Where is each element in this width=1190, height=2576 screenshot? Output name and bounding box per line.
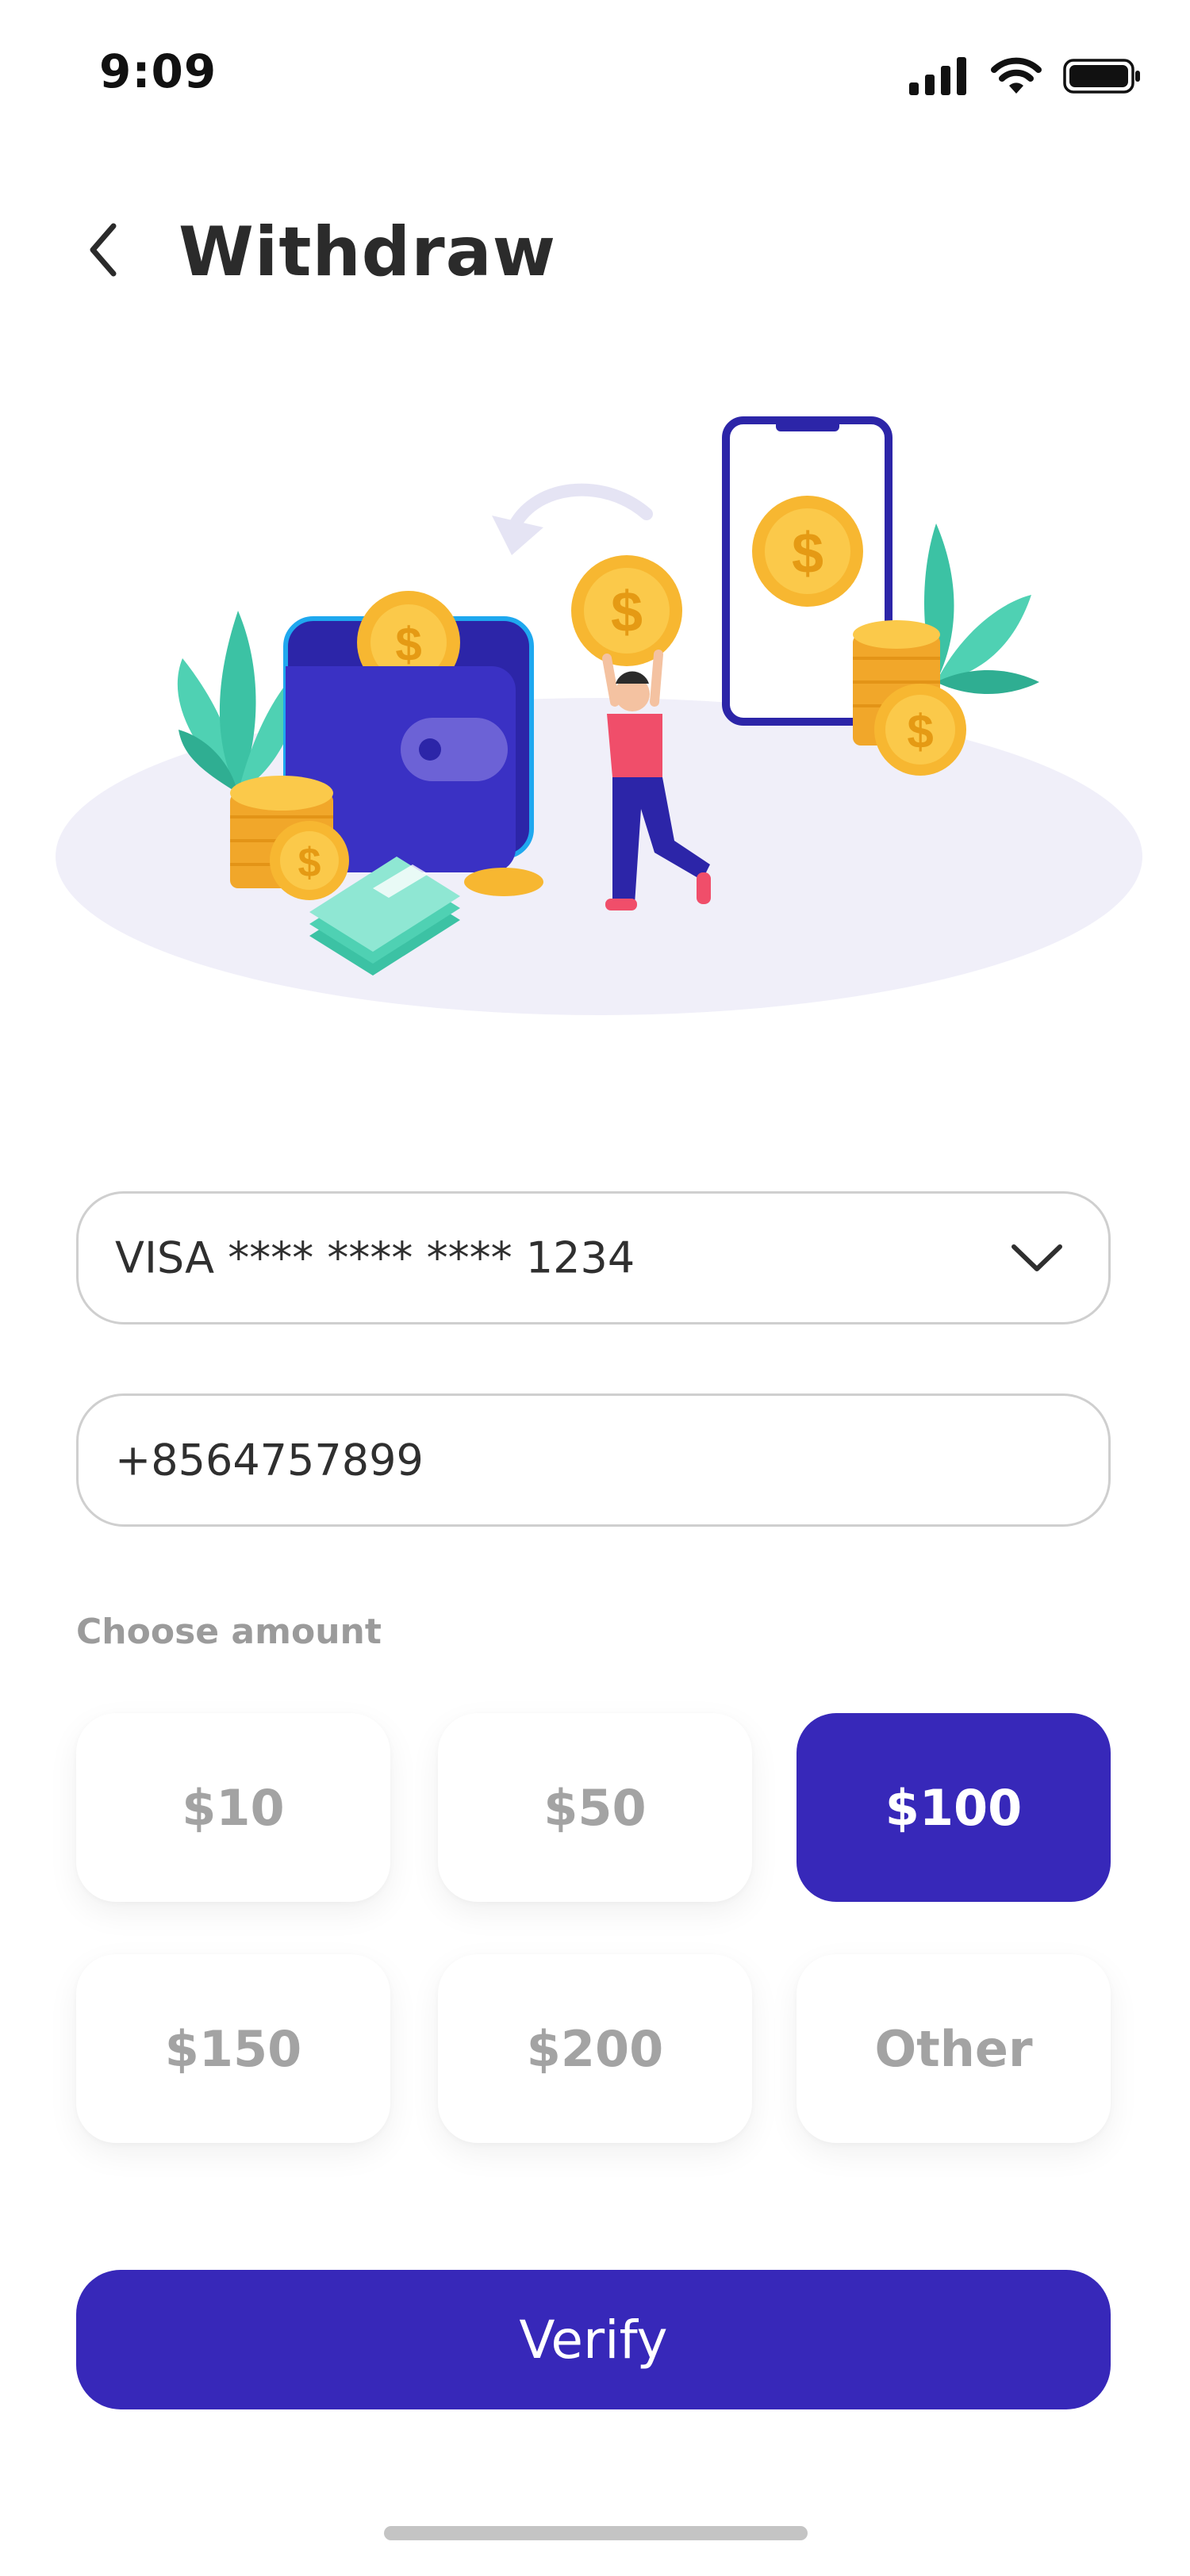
coin-flat: [464, 868, 543, 896]
coin-stack-left: $: [230, 776, 349, 900]
phone-field[interactable]: +8564757899: [76, 1393, 1111, 1527]
wifi-icon: [991, 57, 1042, 94]
status-time: 9:09: [99, 44, 217, 98]
verify-button[interactable]: Verify: [76, 2270, 1111, 2409]
plant-right: [924, 523, 1039, 694]
card-select-value: VISA **** **** **** 1234: [115, 1232, 635, 1283]
arrow-icon: [492, 483, 653, 555]
card-select[interactable]: VISA **** **** **** 1234: [76, 1191, 1111, 1324]
phone-field-value: +8564757899: [115, 1435, 424, 1485]
status-bar: 9:09: [0, 0, 1190, 143]
svg-text:$: $: [611, 581, 643, 644]
cellular-signal-icon: [909, 57, 966, 95]
amount-option-100[interactable]: $100: [797, 1713, 1111, 1902]
status-icons: [909, 52, 1142, 100]
amount-option-other[interactable]: Other: [797, 1954, 1111, 2143]
withdraw-illustration: $ $ $ $ $: [56, 416, 1142, 1015]
home-indicator: [384, 2526, 808, 2540]
amount-option-200[interactable]: $200: [438, 1954, 752, 2143]
back-button[interactable]: [71, 218, 135, 282]
chevron-left-icon: [90, 223, 117, 277]
amount-option-50[interactable]: $50: [438, 1713, 752, 1902]
svg-text:$: $: [792, 522, 823, 585]
svg-text:$: $: [298, 840, 321, 886]
svg-text:$: $: [395, 618, 421, 671]
choose-amount-label: Choose amount: [76, 1612, 382, 1652]
amount-option-150[interactable]: $150: [76, 1954, 390, 2143]
chevron-down-icon: [1012, 1244, 1062, 1271]
battery-icon: [1063, 59, 1140, 94]
amount-option-10[interactable]: $10: [76, 1713, 390, 1902]
svg-text:$: $: [907, 705, 933, 758]
header: Withdraw: [0, 198, 1190, 301]
page-title: Withdraw: [178, 213, 557, 292]
